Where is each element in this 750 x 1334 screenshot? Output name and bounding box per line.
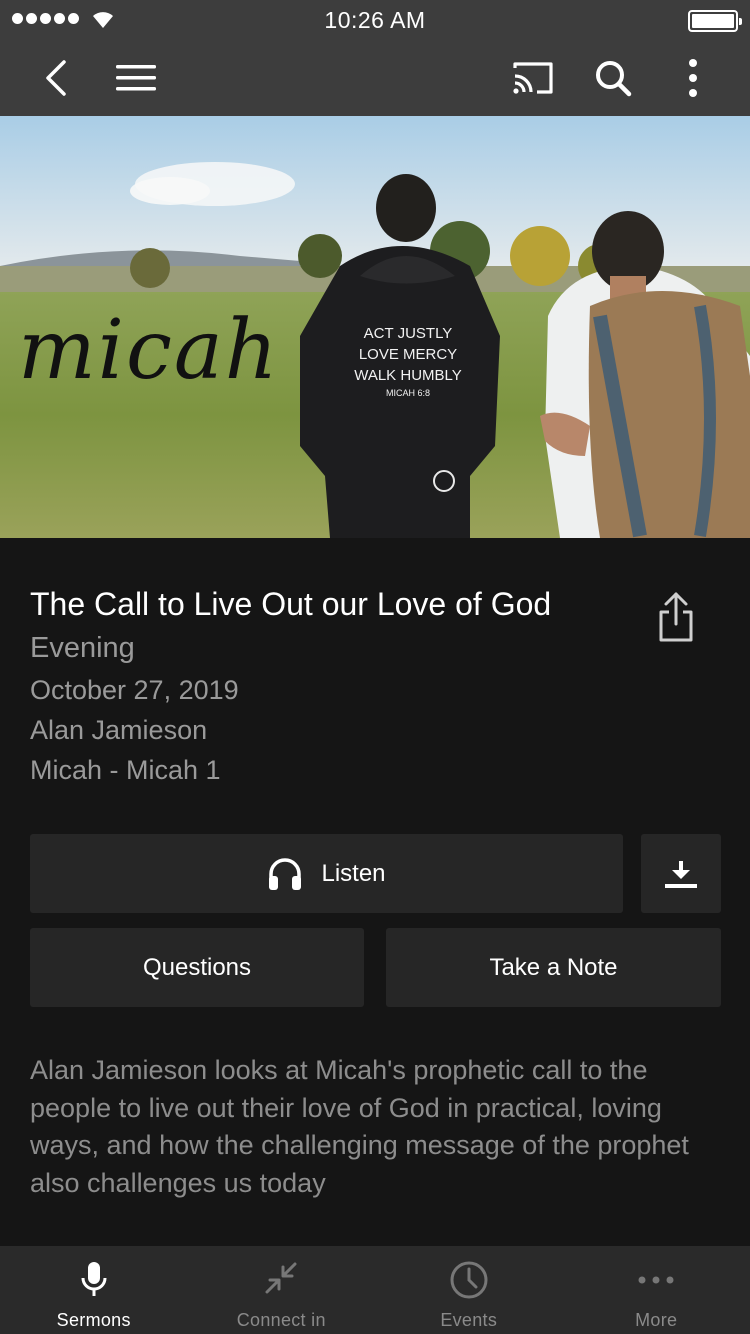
download-button[interactable]	[641, 834, 721, 913]
top-nav-bar	[0, 40, 750, 116]
share-button[interactable]	[652, 590, 700, 644]
search-icon	[596, 61, 632, 97]
take-note-label: Take a Note	[489, 953, 618, 981]
tab-events-label: Events	[440, 1310, 498, 1330]
status-time: 10:26 AM	[324, 7, 426, 33]
sermon-series-image: micah ACT JUSTLY LOVE MERCY WALK HUMBLY …	[0, 116, 750, 538]
hoodie-line-2: LOVE MERCY	[359, 346, 457, 363]
tab-sermons[interactable]: Sermons	[0, 1246, 188, 1334]
hoodie-line-1: ACT JUSTLY	[364, 325, 453, 342]
sermon-service: Evening	[30, 632, 135, 664]
sermon-details: The Call to Live Out our Love of God Eve…	[30, 582, 720, 790]
headphones-icon	[269, 857, 302, 890]
tab-events[interactable]: Events	[375, 1246, 563, 1334]
clock-icon	[450, 1261, 488, 1299]
cast-button[interactable]	[507, 52, 559, 104]
menu-icon	[116, 65, 156, 91]
sermon-speaker: Alan Jamieson	[30, 715, 208, 745]
compress-arrows-icon	[265, 1262, 297, 1294]
tab-more[interactable]: More	[563, 1246, 750, 1334]
battery-icon	[688, 10, 742, 32]
more-vert-icon	[689, 59, 697, 97]
sermon-title: The Call to Live Out our Love of God	[30, 586, 552, 622]
share-icon	[659, 592, 693, 642]
dots-icon	[638, 1276, 674, 1284]
search-button[interactable]	[587, 52, 639, 104]
sermon-description: Alan Jamieson looks at Micah's prophetic…	[30, 1055, 689, 1198]
back-button[interactable]	[30, 52, 82, 104]
sermon-date: October 27, 2019	[30, 675, 239, 705]
questions-label: Questions	[142, 953, 252, 981]
tab-connect-in-label: Connect in	[236, 1310, 326, 1330]
tab-more-label: More	[635, 1310, 678, 1330]
status-bar: 10:26 AM	[0, 0, 750, 40]
listen-label: Listen	[321, 859, 386, 887]
bottom-tab-bar: Sermons Connect in Events More	[0, 1246, 750, 1334]
series-script-title: micah	[18, 303, 280, 398]
listen-button[interactable]: Listen	[30, 834, 623, 913]
hoodie-line-3: WALK HUMBLY	[354, 367, 462, 384]
tab-sermons-label: Sermons	[56, 1310, 131, 1330]
more-options-button[interactable]	[667, 52, 719, 104]
hoodie-line-4: MICAH 6:8	[386, 388, 430, 398]
questions-button[interactable]: Questions	[30, 928, 364, 1007]
back-icon	[46, 60, 66, 96]
sermon-passage: Micah - Micah 1	[30, 755, 221, 785]
cast-icon	[513, 62, 553, 94]
microphone-icon	[81, 1262, 107, 1296]
take-note-button[interactable]: Take a Note	[386, 928, 721, 1007]
menu-button[interactable]	[110, 52, 162, 104]
download-icon	[665, 860, 697, 888]
tab-connect-in[interactable]: Connect in	[188, 1246, 376, 1334]
